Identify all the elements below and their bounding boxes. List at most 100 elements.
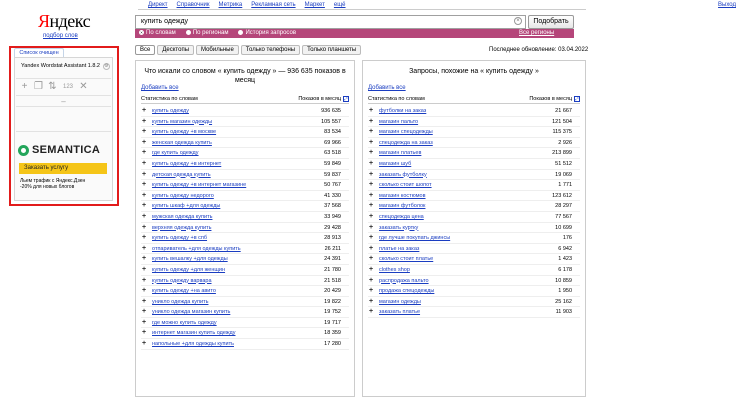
keyword-link[interactable]: магазин спецодежды xyxy=(379,127,433,137)
add-word-icon[interactable]: + xyxy=(369,117,373,127)
keyword-link[interactable]: купить одежду +в спб xyxy=(152,233,207,243)
keyword-link[interactable]: где купить одежду xyxy=(152,148,199,158)
keyword-link[interactable]: магазин пальто xyxy=(379,117,418,127)
nav-metrika[interactable]: Метрика xyxy=(219,2,243,8)
add-word-icon[interactable]: + xyxy=(369,212,373,222)
sort-icon[interactable]: ⇅ xyxy=(47,82,58,92)
semantica-banner[interactable]: SEMANTICA xyxy=(18,144,100,156)
tab-phones-only[interactable]: Только телефоны xyxy=(240,45,301,55)
add-word-icon[interactable]: + xyxy=(369,276,373,286)
add-word-icon[interactable]: + xyxy=(142,307,146,317)
keyword-link[interactable]: купить шкаф +для одежды xyxy=(152,201,220,211)
add-word-icon[interactable]: + xyxy=(369,106,373,116)
add-word-icon[interactable]: + xyxy=(142,138,146,148)
add-word-icon[interactable]: + xyxy=(369,265,373,275)
add-word-icon[interactable]: + xyxy=(142,180,146,190)
add-word-icon[interactable]: + xyxy=(369,159,373,169)
nav-directory[interactable]: Справочник xyxy=(177,2,210,8)
keyword-link[interactable]: сколько стоит шопот xyxy=(379,180,432,190)
keyword-link[interactable]: заказать куртку xyxy=(379,223,418,233)
add-word-icon[interactable]: + xyxy=(369,170,373,180)
exit-link[interactable]: Выход xyxy=(718,2,736,8)
keyword-link[interactable]: купить одежду варвара xyxy=(152,276,212,286)
counter-icon[interactable]: 123 xyxy=(61,82,75,92)
keyword-link[interactable]: магазин костюмов xyxy=(379,191,426,201)
keyword-link[interactable]: напольные +для одежды купить xyxy=(152,339,234,349)
keyword-link[interactable]: купить одежду недорого xyxy=(152,191,214,201)
add-word-icon[interactable]: + xyxy=(369,223,373,233)
add-word-icon[interactable]: + xyxy=(369,233,373,243)
minus-words-icon[interactable]: – xyxy=(16,97,111,107)
keyword-link[interactable]: женская одежда купить xyxy=(152,138,212,148)
keyword-link[interactable]: заказать футболку xyxy=(379,170,427,180)
keyword-link[interactable]: магазин платьев xyxy=(379,148,421,158)
add-word-icon[interactable]: + xyxy=(142,223,146,233)
add-word-icon[interactable]: + xyxy=(142,117,146,127)
keyword-link[interactable]: магазин футболок xyxy=(379,201,425,211)
keyword-link[interactable]: купить одежду +на авито xyxy=(152,286,216,296)
mode-history[interactable]: История запросов xyxy=(238,30,296,37)
add-word-icon[interactable]: + xyxy=(142,233,146,243)
radio-icon[interactable] xyxy=(238,30,244,36)
add-word-icon[interactable]: + xyxy=(369,297,373,307)
radio-icon[interactable] xyxy=(185,30,191,36)
add-word-icon[interactable]: + xyxy=(369,191,373,201)
keyword-link[interactable]: купить одежду +в интернет магазине xyxy=(152,180,246,190)
keyword-link[interactable]: купить одежду +в москве xyxy=(152,127,216,137)
keyword-link[interactable]: спецодежда на заказ xyxy=(379,138,433,148)
tab-mobile[interactable]: Мобильные xyxy=(196,45,239,55)
keyword-link[interactable]: детская одежда купить xyxy=(152,170,211,180)
add-all-link[interactable]: Добавить все xyxy=(141,85,179,91)
add-word-icon[interactable]: + xyxy=(369,244,373,254)
search-button[interactable]: Подобрать xyxy=(528,15,574,29)
wordstat-subtitle-link[interactable]: подбор слов xyxy=(43,33,78,39)
add-word-icon[interactable]: + xyxy=(142,201,146,211)
tab-tablets-only[interactable]: Только планшеты xyxy=(302,45,362,55)
add-word-icon[interactable]: + xyxy=(142,244,146,254)
add-word-icon[interactable]: + xyxy=(142,318,146,328)
keyword-link[interactable]: clothes shop xyxy=(379,265,410,275)
add-word-icon[interactable]: + xyxy=(142,286,146,296)
add-word-icon[interactable]: + xyxy=(369,127,373,137)
keyword-link[interactable]: магазин шуб xyxy=(379,159,411,169)
keyword-link[interactable]: отпариватель +для одежды купить xyxy=(152,244,241,254)
keyword-link[interactable]: где можно купить одежду xyxy=(152,318,217,328)
mode-by-regions[interactable]: По регионам xyxy=(185,30,228,37)
export-icon[interactable]: ⤢ xyxy=(574,96,580,102)
add-icon[interactable]: + xyxy=(19,82,30,92)
clear-icon[interactable]: × xyxy=(514,17,522,25)
keyword-link[interactable]: где лучше покупать джинсы xyxy=(379,233,450,243)
tab-all[interactable]: Все xyxy=(135,45,156,55)
keyword-link[interactable]: купить одежду +в интернет xyxy=(152,159,221,169)
radio-selected-icon[interactable] xyxy=(139,30,144,36)
gear-icon[interactable]: ⚙ xyxy=(103,63,110,70)
export-icon[interactable]: ⤢ xyxy=(343,96,349,102)
nav-direct[interactable]: Директ xyxy=(148,2,168,8)
add-word-icon[interactable]: + xyxy=(142,212,146,222)
add-word-icon[interactable]: + xyxy=(142,254,146,264)
add-word-icon[interactable]: + xyxy=(142,127,146,137)
keyword-link[interactable]: уникло одежда купить xyxy=(152,297,208,307)
keyword-link[interactable]: продажа спецодежды xyxy=(379,286,434,296)
keyword-link[interactable]: купить одежду xyxy=(152,106,189,116)
keyword-link[interactable]: распродажа пальто xyxy=(379,276,429,286)
nav-more[interactable]: ещё xyxy=(334,2,346,8)
add-word-icon[interactable]: + xyxy=(142,276,146,286)
add-word-icon[interactable]: + xyxy=(369,307,373,317)
add-word-icon[interactable]: + xyxy=(142,339,146,349)
add-word-icon[interactable]: + xyxy=(142,148,146,158)
keyword-link[interactable]: спецодежда цена xyxy=(379,212,424,222)
add-word-icon[interactable]: + xyxy=(369,201,373,211)
nav-market[interactable]: Маркет xyxy=(305,2,325,8)
add-word-icon[interactable]: + xyxy=(142,170,146,180)
keyword-link[interactable]: верхняя одежда купить xyxy=(152,223,211,233)
keyword-link[interactable]: мужская одежда купить xyxy=(152,212,212,222)
clear-list-icon[interactable]: ✕ xyxy=(78,82,89,92)
search-input[interactable]: купить одежду × xyxy=(135,15,526,29)
add-word-icon[interactable]: + xyxy=(142,159,146,169)
add-word-icon[interactable]: + xyxy=(369,138,373,148)
keyword-link[interactable]: платье на заказ xyxy=(379,244,419,254)
nav-ad-network[interactable]: Рекламная сеть xyxy=(251,2,295,8)
yandex-logo[interactable]: Яндекс xyxy=(38,11,91,32)
keyword-link[interactable]: купить одежду +для женщин xyxy=(152,265,225,275)
